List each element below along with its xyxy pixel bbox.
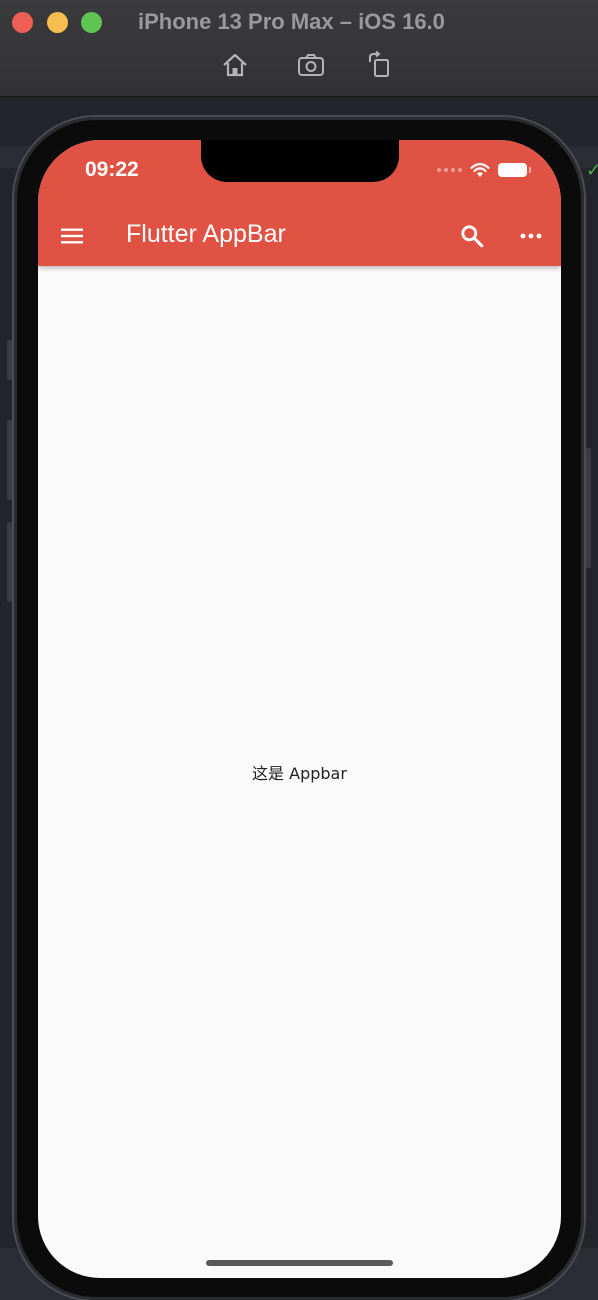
device-screen: 09:22 Flutter AppBar 这是 Appbar — [38, 140, 561, 1278]
home-icon[interactable] — [220, 50, 250, 80]
volume-down-button — [7, 522, 12, 602]
vcs-marker-icon: ✓ — [586, 160, 598, 180]
wifi-icon — [470, 162, 490, 178]
close-window-button[interactable] — [12, 12, 33, 33]
status-time: 09:22 — [85, 158, 139, 181]
app-bar-toolbar: Flutter AppBar — [38, 208, 561, 264]
body-text: 这是 Appbar — [252, 764, 347, 783]
menu-button[interactable] — [44, 208, 100, 264]
minimize-window-button[interactable] — [47, 12, 68, 33]
search-button[interactable] — [444, 208, 500, 264]
volume-up-button — [7, 420, 12, 500]
status-icons — [437, 161, 531, 179]
more-button[interactable] — [503, 208, 559, 264]
silent-switch — [7, 340, 12, 380]
window-title: iPhone 13 Pro Max – iOS 16.0 — [138, 9, 445, 34]
power-button — [586, 448, 591, 568]
notch — [201, 140, 399, 182]
screenshot-icon[interactable] — [296, 50, 326, 80]
menu-icon — [61, 228, 83, 244]
more-horiz-icon — [520, 233, 542, 239]
zoom-window-button[interactable] — [81, 12, 102, 33]
home-indicator[interactable] — [206, 1260, 393, 1266]
cellular-signal-icon — [437, 168, 462, 172]
search-icon — [461, 225, 484, 248]
app-bar-title: Flutter AppBar — [126, 220, 286, 248]
simulator-title-bar: iPhone 13 Pro Max – iOS 16.0 — [0, 0, 598, 97]
rotate-icon[interactable] — [364, 50, 394, 80]
app-bar: 09:22 Flutter AppBar — [38, 140, 561, 266]
battery-icon — [498, 163, 531, 177]
